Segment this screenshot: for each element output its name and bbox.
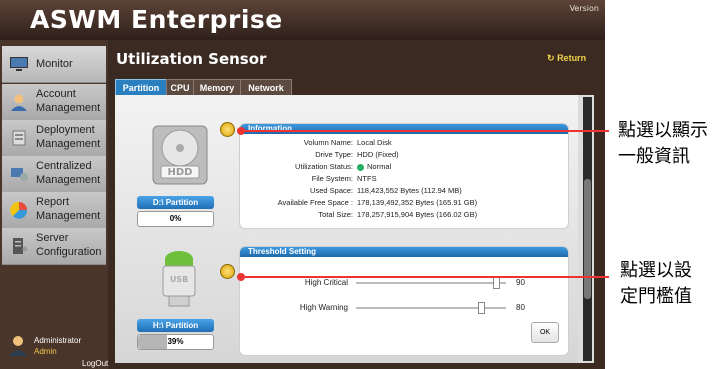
usb-drive-icon: USB — [162, 251, 196, 307]
status-dot-icon — [357, 163, 364, 171]
info-row: File System: NTFS — [240, 173, 562, 185]
info-row: Utilization Status: Normal — [240, 161, 562, 173]
info-key: Utilization Status: — [295, 162, 353, 171]
high-critical-label: High Critical — [304, 278, 348, 287]
info-row: Volumn Name: Local Disk — [240, 137, 562, 149]
ok-button[interactable]: OK — [531, 322, 559, 343]
status-badge: Normal — [357, 161, 391, 173]
high-warning-label: High Warning — [299, 303, 348, 312]
threshold-button[interactable] — [220, 264, 235, 279]
deployment-icon — [12, 130, 26, 146]
sidebar-item-label: Account Management — [36, 88, 101, 114]
drive-h-usage: 39% — [137, 334, 214, 350]
information-card: Information Volumn Name: Local Disk Drive… — [239, 123, 569, 229]
high-critical-value: 90 — [516, 278, 525, 287]
info-value: 178,257,915,904 Bytes (166.02 GB) — [357, 210, 478, 219]
logout-link[interactable]: LogOut — [82, 359, 108, 368]
user-role: Admin — [34, 347, 57, 356]
sidebar-item-account[interactable]: Account Management — [2, 84, 106, 121]
avatar — [9, 336, 27, 356]
high-critical-thumb[interactable] — [493, 277, 500, 289]
callout-line — [243, 130, 609, 132]
sidebar-item-monitor[interactable]: Monitor — [2, 46, 106, 83]
app-brand: ASWM Enterprise — [30, 5, 283, 34]
tab-partition[interactable]: Partition — [115, 79, 167, 96]
tab-memory[interactable]: Memory — [193, 79, 241, 96]
info-row: Total Size: 178,257,915,904 Bytes (166.02… — [240, 209, 562, 221]
drive-h-label: H:\ Partition — [137, 319, 214, 332]
callout-line — [243, 276, 609, 278]
info-key: Total Size: — [318, 210, 353, 219]
hard-drive-icon: HDD — [152, 125, 208, 185]
app-window: ASWM Enterprise Version Monitor Account … — [0, 0, 605, 369]
sidebar-item-report[interactable]: Report Management — [2, 192, 106, 229]
drive-d-label: D:\ Partition — [137, 196, 214, 209]
sidebar-item-deployment[interactable]: Deployment Management — [2, 120, 106, 157]
callout-info-text: 點選以顯示 一般資訊 — [618, 120, 708, 167]
info-value: NTFS — [357, 174, 377, 183]
info-row: Used Space: 118,423,552 Bytes (112.94 MB) — [240, 185, 562, 197]
info-value: Local Disk — [357, 138, 392, 147]
information-title: Information — [240, 124, 568, 134]
sidebar-item-label: Server Configuration — [36, 232, 102, 258]
svg-text:HDD: HDD — [168, 167, 193, 178]
info-value: 178,139,492,352 Bytes (165.91 GB) — [357, 198, 478, 207]
info-key: Drive Type: — [315, 150, 353, 159]
server-icon — [13, 238, 28, 254]
info-value: Normal — [367, 162, 392, 171]
info-row: Available Free Space : 178,139,492,352 By… — [240, 197, 562, 209]
info-value: 118,423,552 Bytes (112.94 MB) — [357, 186, 462, 195]
sidebar-item-label: Deployment Management — [36, 124, 101, 150]
high-critical-slider[interactable] — [356, 282, 506, 284]
centralized-icon — [11, 168, 28, 181]
report-icon — [10, 201, 28, 219]
version-label: Version — [569, 4, 599, 13]
info-key: Used Space: — [310, 186, 353, 195]
sidebar-item-centralized[interactable]: Centralized Management — [2, 156, 106, 193]
info-key: File System: — [311, 174, 353, 183]
sidebar-item-label: Centralized Management — [36, 160, 101, 186]
return-icon: ↻ — [547, 53, 555, 63]
return-label: Return — [557, 53, 587, 63]
sidebar: Monitor Account Management Deployment Ma… — [0, 40, 108, 369]
callout-threshold-text: 點選以設 定門檻值 — [620, 260, 692, 307]
info-row: Drive Type: HDD (Fixed) — [240, 149, 562, 161]
info-key: Volumn Name: — [303, 138, 353, 147]
account-icon — [11, 94, 27, 111]
panel-scrollbar[interactable] — [583, 97, 592, 361]
return-button[interactable]: ↻ Return — [547, 53, 586, 64]
svg-text:USB: USB — [170, 275, 188, 284]
monitor-icon — [10, 57, 28, 71]
tab-network[interactable]: Network — [240, 79, 292, 96]
drive-h-usage-fill — [138, 335, 168, 349]
scroll-thumb[interactable] — [584, 179, 591, 299]
high-warning-thumb[interactable] — [478, 302, 485, 314]
info-button[interactable] — [220, 122, 235, 137]
drive-d-usage: 0% — [137, 211, 214, 227]
user-name: Administrator — [34, 336, 82, 345]
high-warning-value: 80 — [516, 303, 525, 312]
sidebar-item-server[interactable]: Server Configuration — [2, 228, 106, 265]
sidebar-item-label: Monitor — [36, 58, 73, 70]
threshold-card: Threshold Setting High Critical 90 High … — [239, 246, 569, 356]
info-key: Available Free Space : — [277, 198, 353, 207]
header-bar: ASWM Enterprise Version — [0, 0, 605, 40]
drive-h-usage-text: 39% — [167, 337, 184, 346]
page-title: Utilization Sensor — [116, 50, 267, 68]
info-value: HDD (Fixed) — [357, 150, 399, 159]
tab-cpu[interactable]: CPU — [166, 79, 194, 96]
sidebar-item-label: Report Management — [36, 196, 101, 222]
threshold-title: Threshold Setting — [240, 247, 568, 257]
